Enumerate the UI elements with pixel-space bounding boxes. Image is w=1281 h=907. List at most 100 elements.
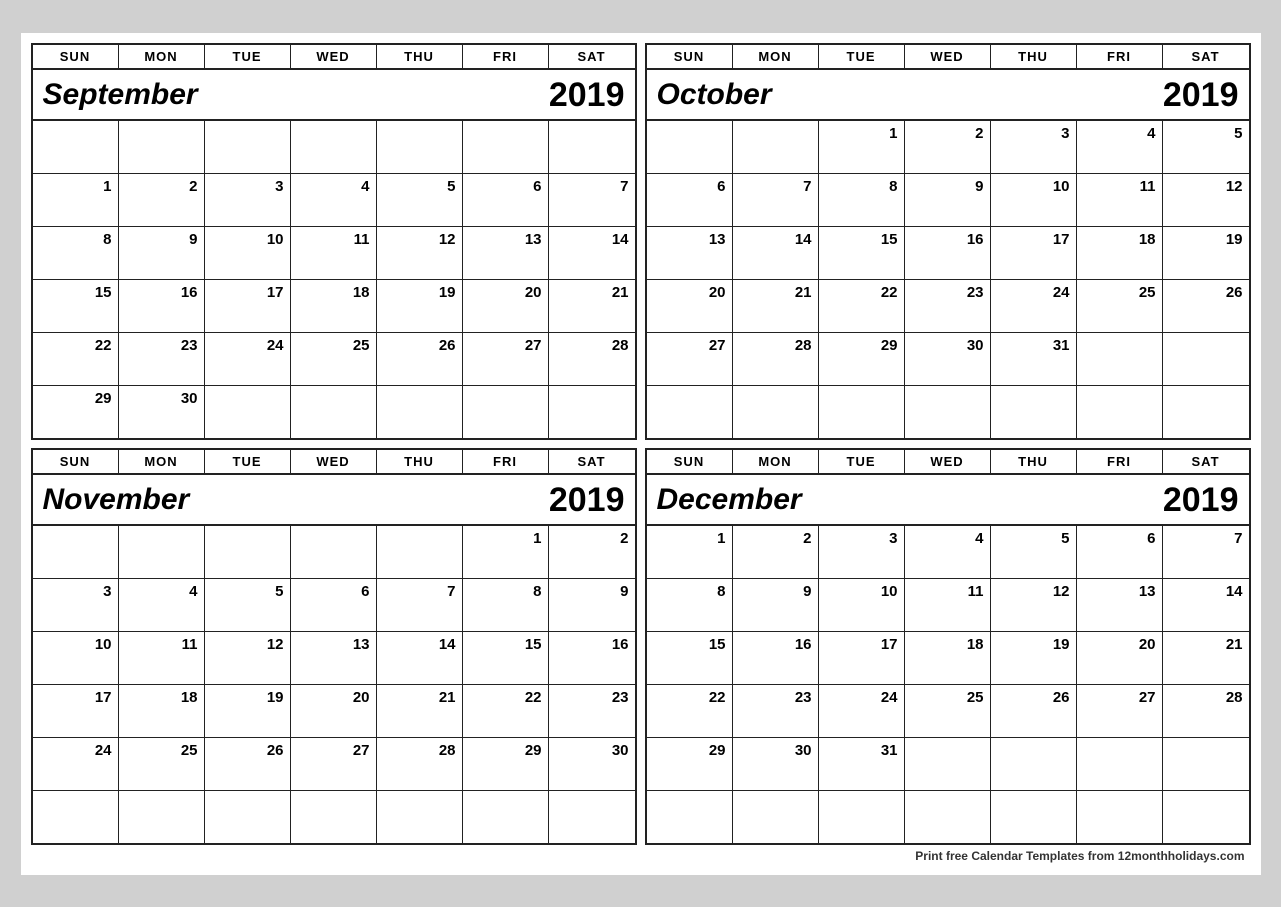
day-cell <box>647 386 733 438</box>
day-cell <box>1163 791 1249 843</box>
day-header-sun: SUN <box>33 45 119 68</box>
day-cell: 26 <box>377 333 463 385</box>
day-cell: 13 <box>463 227 549 279</box>
day-cell: 27 <box>463 333 549 385</box>
day-cell: 8 <box>33 227 119 279</box>
day-cell: 2 <box>905 121 991 173</box>
day-cell <box>549 791 635 843</box>
month-name-november: November <box>43 483 190 517</box>
day-cell: 19 <box>377 280 463 332</box>
day-cell: 22 <box>33 333 119 385</box>
day-cell <box>733 121 819 173</box>
day-cell: 17 <box>819 632 905 684</box>
week-row: 6789101112 <box>647 173 1249 226</box>
day-cell: 25 <box>291 333 377 385</box>
day-header-thu: THU <box>377 450 463 473</box>
day-cell <box>33 791 119 843</box>
month-title-september: September2019 <box>33 70 635 120</box>
month-title-december: December2019 <box>647 475 1249 525</box>
day-cell: 14 <box>733 227 819 279</box>
day-cell: 28 <box>733 333 819 385</box>
day-header-fri: FRI <box>463 45 549 68</box>
day-cell: 28 <box>549 333 635 385</box>
day-cell: 29 <box>819 333 905 385</box>
day-cell: 6 <box>463 174 549 226</box>
day-cell: 1 <box>647 526 733 578</box>
day-cell: 3 <box>991 121 1077 173</box>
weeks-grid-september: 1234567891011121314151617181920212223242… <box>33 120 635 438</box>
day-header-mon: MON <box>733 45 819 68</box>
day-cell: 23 <box>119 333 205 385</box>
day-cell: 8 <box>463 579 549 631</box>
day-cell <box>205 121 291 173</box>
day-cell: 4 <box>1077 121 1163 173</box>
day-cell: 13 <box>647 227 733 279</box>
day-cell: 25 <box>905 685 991 737</box>
day-cell <box>1163 333 1249 385</box>
day-cell <box>463 386 549 438</box>
day-cell: 5 <box>377 174 463 226</box>
day-cell: 8 <box>819 174 905 226</box>
day-cell: 3 <box>819 526 905 578</box>
month-title-october: October2019 <box>647 70 1249 120</box>
day-cell <box>119 526 205 578</box>
day-cell: 12 <box>1163 174 1249 226</box>
day-cell: 1 <box>819 121 905 173</box>
day-cell: 13 <box>1077 579 1163 631</box>
day-cell: 7 <box>549 174 635 226</box>
day-cell <box>377 791 463 843</box>
week-row <box>647 790 1249 843</box>
day-cell: 23 <box>733 685 819 737</box>
day-cell <box>647 121 733 173</box>
day-cell: 1 <box>463 526 549 578</box>
day-cell <box>733 386 819 438</box>
weeks-grid-november: 1234567891011121314151617181920212223242… <box>33 525 635 843</box>
week-row: 22232425262728 <box>33 332 635 385</box>
day-cell: 20 <box>291 685 377 737</box>
day-cell: 27 <box>291 738 377 790</box>
day-header-thu: THU <box>991 45 1077 68</box>
day-cell: 20 <box>1077 632 1163 684</box>
day-cell <box>549 386 635 438</box>
day-cell <box>1163 386 1249 438</box>
day-cell <box>1077 738 1163 790</box>
day-headers-october: SUNMONTUEWEDTHUFRISAT <box>647 45 1249 70</box>
week-row: 3456789 <box>33 578 635 631</box>
day-cell: 10 <box>819 579 905 631</box>
day-header-tue: TUE <box>205 45 291 68</box>
footer: Print free Calendar Templates from 12mon… <box>31 845 1251 865</box>
day-cell <box>377 121 463 173</box>
day-cell <box>819 386 905 438</box>
day-header-fri: FRI <box>1077 450 1163 473</box>
week-row: 13141516171819 <box>647 226 1249 279</box>
day-cell: 2 <box>549 526 635 578</box>
day-cell <box>819 791 905 843</box>
day-cell <box>1077 386 1163 438</box>
month-name-december: December <box>657 483 802 517</box>
day-cell: 29 <box>647 738 733 790</box>
day-cell: 7 <box>1163 526 1249 578</box>
day-header-fri: FRI <box>1077 45 1163 68</box>
day-cell: 6 <box>1077 526 1163 578</box>
day-header-sun: SUN <box>647 450 733 473</box>
day-cell: 2 <box>733 526 819 578</box>
day-cell: 11 <box>291 227 377 279</box>
day-cell: 24 <box>819 685 905 737</box>
day-cell: 10 <box>991 174 1077 226</box>
day-cell: 24 <box>33 738 119 790</box>
page: SUNMONTUEWEDTHUFRISATSeptember2019123456… <box>21 33 1261 875</box>
day-cell <box>1077 333 1163 385</box>
day-cell <box>463 791 549 843</box>
day-cell: 22 <box>463 685 549 737</box>
month-name-september: September <box>43 78 198 112</box>
week-row: 12 <box>33 525 635 578</box>
day-cell: 25 <box>1077 280 1163 332</box>
footer-brand: 12monthholidays.com <box>1118 849 1245 863</box>
day-cell: 12 <box>991 579 1077 631</box>
day-headers-december: SUNMONTUEWEDTHUFRISAT <box>647 450 1249 475</box>
day-cell: 6 <box>647 174 733 226</box>
week-row: 15161718192021 <box>33 279 635 332</box>
day-cell <box>33 526 119 578</box>
week-row <box>33 120 635 173</box>
day-cell: 20 <box>647 280 733 332</box>
